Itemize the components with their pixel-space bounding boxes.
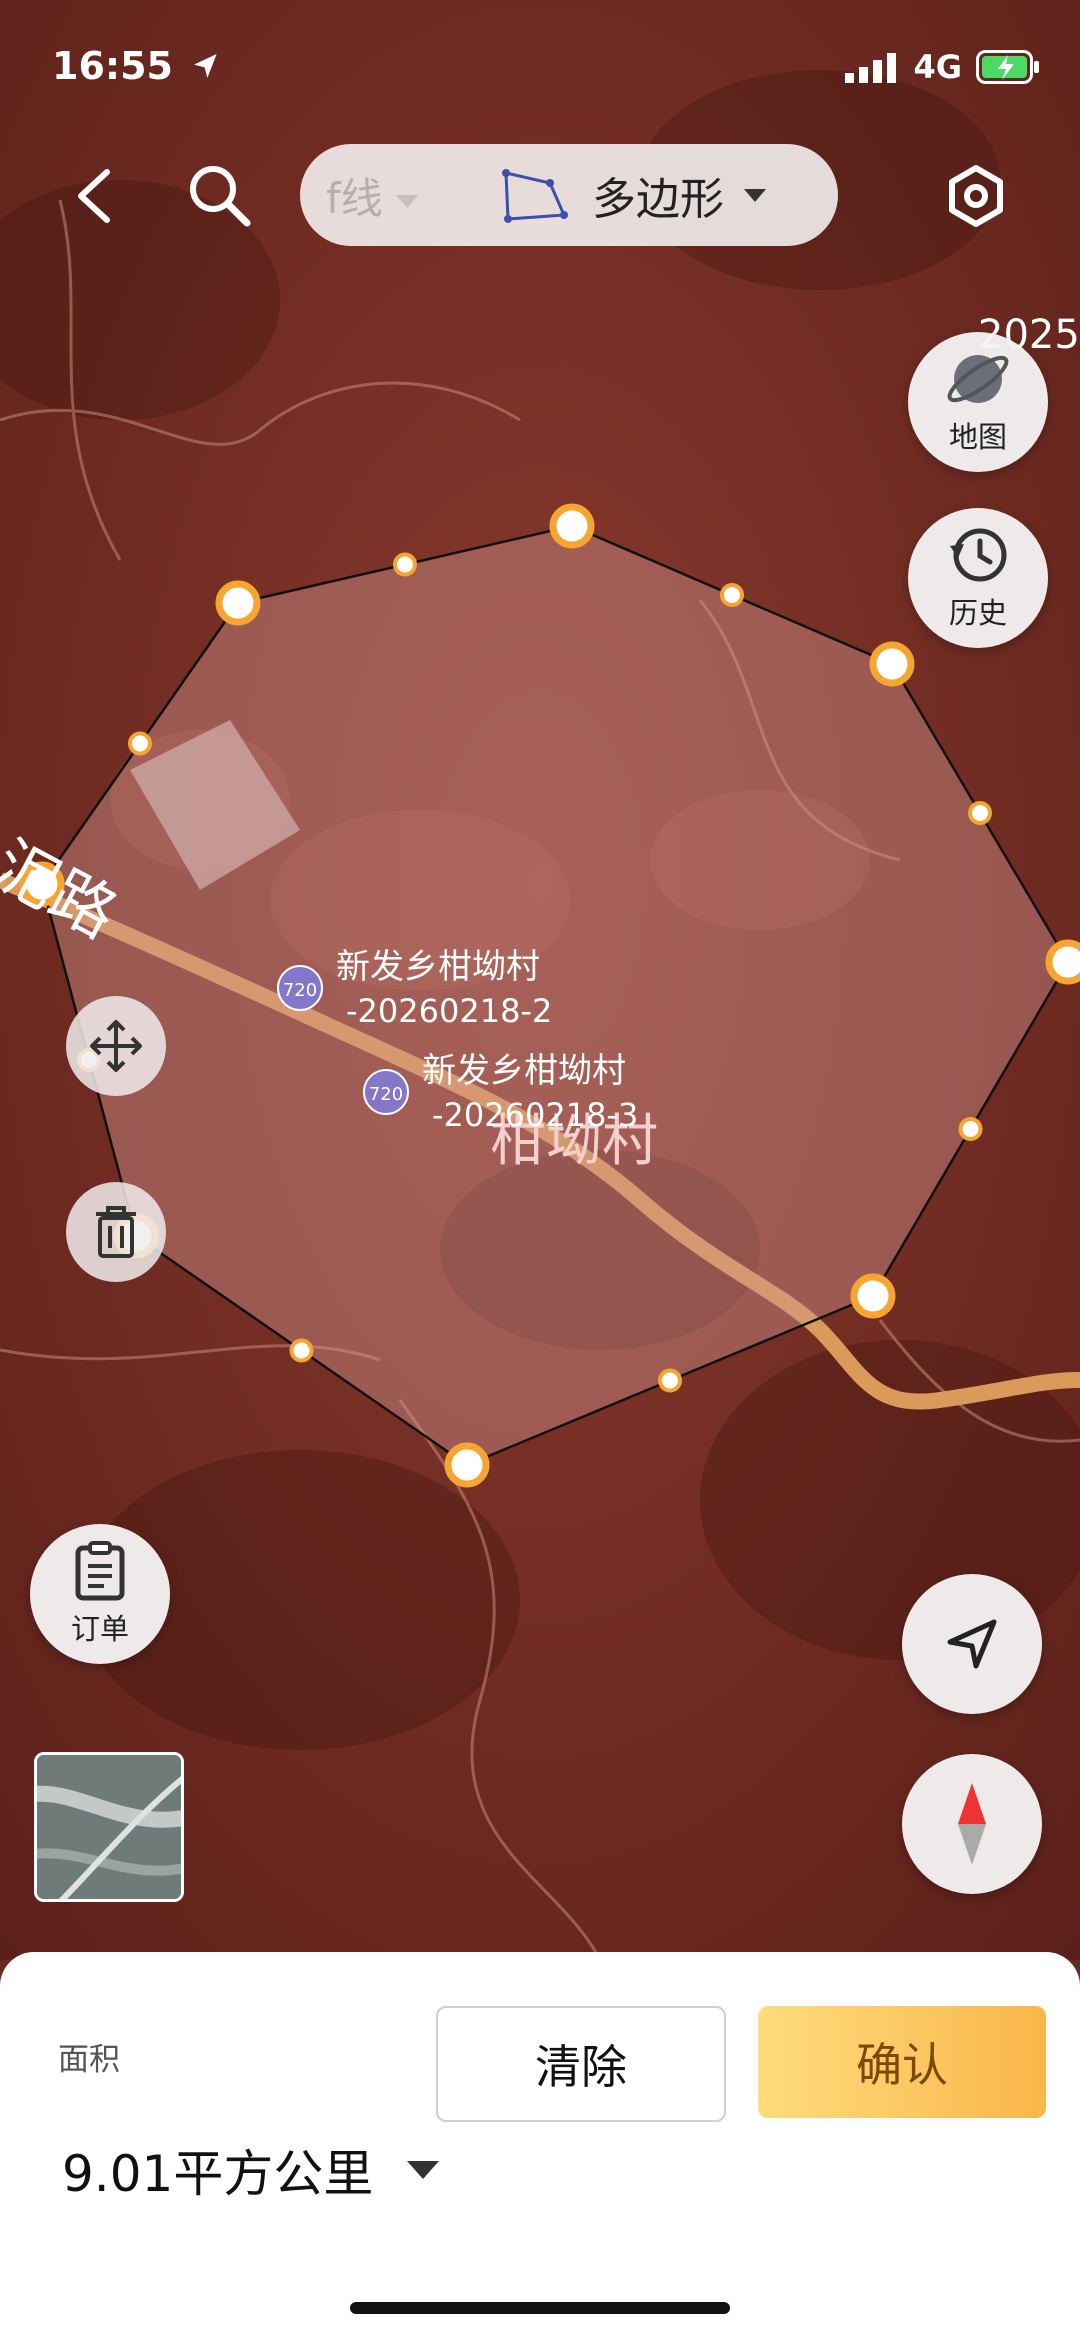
polygon-midpoint-handle[interactable] (289, 1338, 314, 1363)
settings-button[interactable] (936, 156, 1016, 236)
marker-1-name: 新发乡柑坳村 (336, 947, 540, 987)
prev-mode-option[interactable]: f线 (326, 165, 419, 226)
area-unit-selector[interactable]: 9.01平方公里 (62, 2134, 440, 2206)
area-label: 面积 (58, 2042, 120, 2078)
navigation-arrow-icon (947, 1619, 997, 1669)
orders-button-label: 订单 (70, 1612, 129, 1646)
network-label: 4G (913, 48, 962, 86)
signal-icon (845, 53, 897, 83)
location-arrow-icon (194, 54, 217, 78)
home-indicator (350, 2302, 730, 2314)
polygon-midpoint-handle[interactable] (968, 801, 992, 825)
clear-button[interactable]: 清除 (436, 2006, 726, 2122)
orders-button[interactable]: 订单 (30, 1524, 170, 1664)
current-mode-label: 多边形 (592, 174, 724, 225)
clipboard-icon (75, 1541, 125, 1601)
basemap-preview-image (37, 1755, 181, 1899)
search-button[interactable] (180, 156, 260, 236)
prev-mode-label: f线 (326, 173, 383, 223)
back-arrow-icon (78, 169, 110, 223)
draw-mode-selector[interactable]: f线 多边形 (300, 144, 838, 246)
status-indicators: 4G (845, 48, 1040, 86)
polygon-vertex-handle[interactable] (549, 503, 595, 549)
gear-icon (949, 165, 1003, 227)
compass-icon (958, 1783, 986, 1865)
confirm-button[interactable]: 确认 (758, 2006, 1046, 2118)
compass-button[interactable] (902, 1754, 1042, 1894)
polygon-tool-icon (502, 169, 568, 223)
search-icon (190, 166, 251, 227)
polygon-vertex-handle[interactable] (444, 1442, 490, 1488)
locate-button[interactable] (902, 1574, 1042, 1714)
current-mode-option[interactable]: 多边形 (500, 163, 766, 227)
map-layer-button[interactable]: 地图 (908, 332, 1048, 472)
polygon-midpoint-handle[interactable] (128, 731, 152, 756)
history-button[interactable]: 历史 (908, 508, 1048, 648)
polygon-midpoint-handle[interactable] (720, 583, 744, 607)
status-bar: 16:55 4G (0, 0, 1080, 130)
area-value: 9.01平方公里 (62, 2145, 374, 2203)
polygon-midpoint-handle[interactable] (393, 552, 417, 577)
history-clock-icon (950, 528, 1007, 582)
status-time: 16:55 (52, 44, 222, 88)
road-number-label: 720 (283, 980, 317, 1001)
move-tool-button[interactable] (66, 996, 166, 1096)
map-button-label: 地图 (948, 420, 1007, 454)
polygon-vertex-handle[interactable] (215, 580, 261, 626)
marker-1-id: -20260218-2 (346, 992, 552, 1030)
chevron-down-icon (407, 2161, 440, 2179)
battery-charging-icon (976, 50, 1039, 84)
planet-icon (947, 355, 1009, 403)
chevron-down-icon (396, 194, 419, 208)
polygon-vertex-handle[interactable] (850, 1273, 896, 1319)
polygon-midpoint-handle[interactable] (958, 1117, 983, 1141)
chevron-down-icon (744, 188, 766, 202)
trash-icon (96, 1206, 136, 1258)
history-button-label: 历史 (948, 596, 1007, 630)
time-text: 16:55 (52, 44, 173, 88)
delete-tool-button[interactable] (66, 1182, 166, 1282)
marker-2-id: -20260218-3 (432, 1096, 638, 1134)
back-button[interactable] (54, 156, 134, 236)
polygon-vertex-handle[interactable] (869, 641, 915, 687)
marker-2-name: 新发乡柑坳村 (422, 1051, 626, 1091)
polygon-midpoint-handle[interactable] (658, 1368, 682, 1393)
move-arrows-icon (90, 1020, 142, 1072)
polygon-vertex-handle[interactable] (1045, 939, 1080, 985)
basemap-thumbnail[interactable] (34, 1752, 184, 1902)
road-number-label-2: 720 (369, 1084, 403, 1105)
